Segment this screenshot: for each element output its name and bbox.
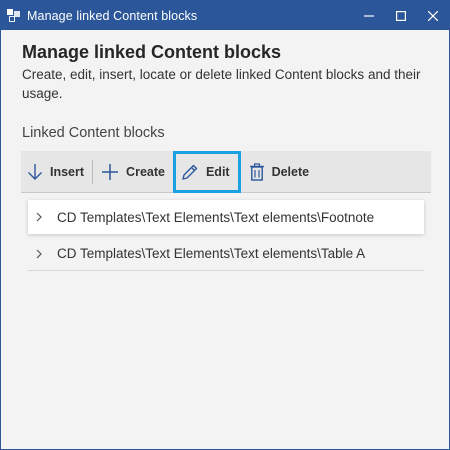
pencil-icon: [181, 163, 199, 181]
insert-button[interactable]: Insert: [21, 151, 90, 193]
delete-label: Delete: [271, 164, 310, 179]
chevron-right-icon[interactable]: [28, 249, 50, 259]
close-button[interactable]: [417, 1, 449, 30]
title-bar[interactable]: Manage linked Content blocks: [1, 1, 449, 30]
edit-label: Edit: [205, 164, 230, 179]
dialog-content: Manage linked Content blocks Create, edi…: [1, 30, 449, 143]
delete-button[interactable]: Delete: [243, 151, 316, 193]
window-controls: [353, 1, 449, 30]
maximize-button[interactable]: [385, 1, 417, 30]
insert-label: Insert: [50, 164, 85, 179]
plus-icon: [101, 163, 119, 181]
dialog-heading: Manage linked Content blocks: [22, 42, 282, 62]
list-item-label: CD Templates\Text Elements\Text elements…: [57, 246, 366, 261]
arrow-down-icon: [27, 163, 43, 181]
section-label: Linked Content blocks: [22, 125, 165, 141]
close-icon: [428, 10, 438, 21]
dialog-window: Manage linked Content blocks Manage link…: [0, 0, 450, 450]
list-item[interactable]: CD Templates\Text Elements\Text elements…: [28, 237, 424, 271]
list-item[interactable]: CD Templates\Text Elements\Text elements…: [28, 200, 424, 234]
app-logo-icon: [6, 8, 22, 24]
minimize-button[interactable]: [353, 1, 385, 30]
list-item-label: CD Templates\Text Elements\Text elements…: [57, 209, 375, 225]
toolbar-divider: [92, 159, 94, 184]
maximize-icon: [396, 10, 406, 21]
dialog-description: Create, edit, insert, locate or delete l…: [22, 67, 421, 101]
content-block-list: CD Templates\Text Elements\Text elements…: [28, 200, 424, 271]
window-title: Manage linked Content blocks: [27, 8, 198, 23]
edit-button[interactable]: Edit: [172, 150, 241, 193]
trash-icon: [249, 162, 265, 181]
create-button[interactable]: Create: [95, 151, 171, 193]
toolbar: Insert Create Edit Delete: [21, 150, 431, 193]
chevron-right-icon[interactable]: [28, 212, 50, 222]
minimize-icon: [364, 14, 374, 17]
create-label: Create: [126, 164, 165, 179]
